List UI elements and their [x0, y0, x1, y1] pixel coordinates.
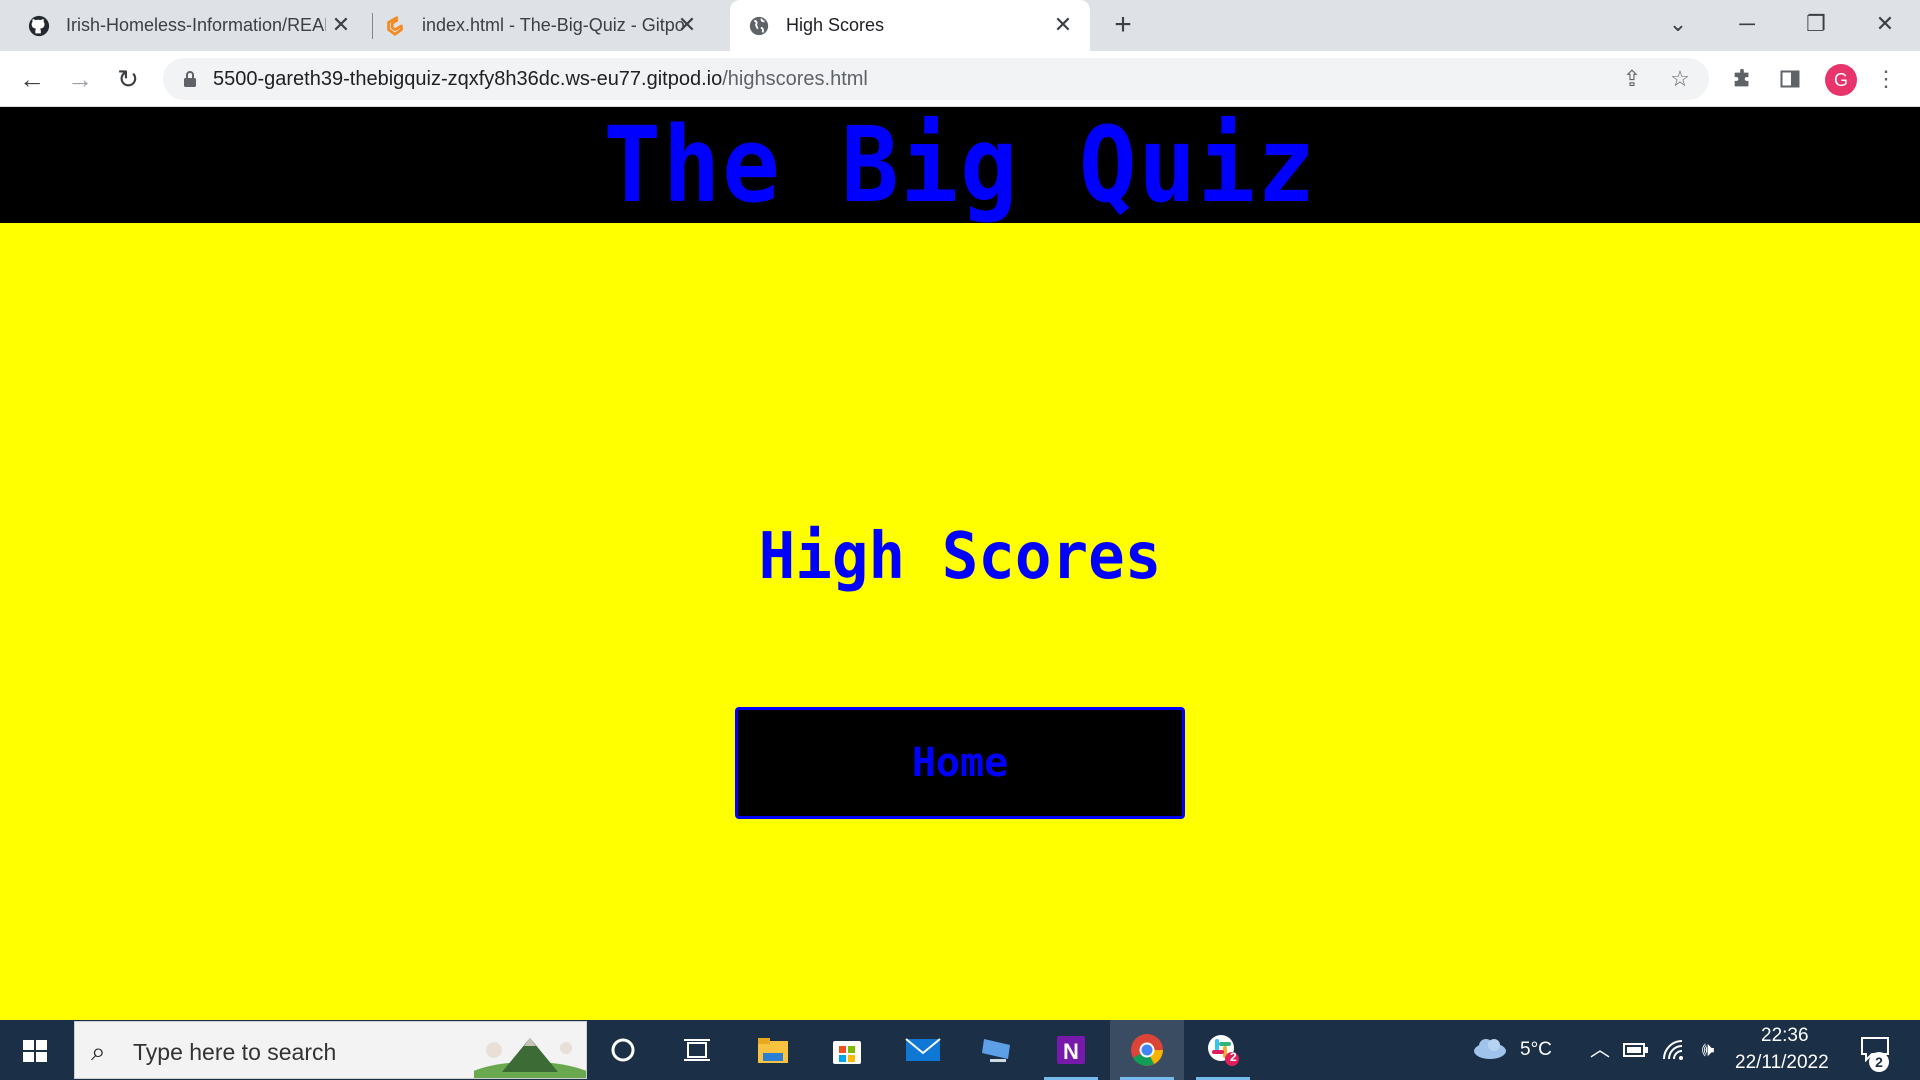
url-text: 5500-gareth39-thebigquiz-zqxfy8h36dc.ws-… [213, 68, 868, 91]
tab-gitpod-editor[interactable]: index.html - The-Big-Quiz - Gitpod ✕ [384, 0, 714, 51]
taskbar: ⌕ Type here to search N 2 5°C ︿ 🕪︎ 22:36… [0, 1020, 1920, 1080]
clock-time[interactable]: 22:36 [1761, 1025, 1809, 1047]
chrome-icon[interactable] [1110, 1020, 1184, 1080]
github-icon [28, 15, 50, 37]
tab-title: index.html - The-Big-Quiz - Gitpod [422, 15, 684, 35]
remote-desktop-icon[interactable] [960, 1020, 1034, 1080]
share-icon[interactable]: ⇪ [1617, 64, 1647, 94]
mail-icon[interactable] [886, 1020, 960, 1080]
tab-search-icon[interactable]: ⌄ [1658, 6, 1698, 42]
menu-kebab-icon[interactable]: ⋮ [1870, 63, 1902, 95]
tab-strip: Irish-Homeless-Information/README ✕ inde… [0, 0, 1920, 51]
profile-avatar[interactable]: G [1825, 64, 1857, 96]
url-host: 5500-gareth39-thebigquiz-zqxfy8h36dc.ws-… [213, 68, 723, 90]
tab-github-readme[interactable]: Irish-Homeless-Information/README ✕ [28, 0, 368, 51]
side-panel-icon[interactable] [1774, 63, 1806, 95]
tab-title: Irish-Homeless-Information/README [66, 15, 326, 35]
restore-button[interactable]: ❐ [1796, 6, 1836, 42]
minimize-button[interactable]: ─ [1727, 6, 1767, 42]
show-hidden-icons-chevron-icon[interactable]: ︿ [1586, 1036, 1614, 1064]
close-icon[interactable]: ✕ [676, 14, 698, 36]
gitpod-icon [384, 15, 406, 37]
volume-icon[interactable]: 🕪︎ [1694, 1036, 1722, 1064]
weather-temperature[interactable]: 5°C [1520, 1039, 1552, 1061]
onenote-icon[interactable]: N [1034, 1020, 1108, 1080]
close-window-button[interactable]: ✕ [1865, 6, 1905, 42]
slack-badge: 2 [1230, 1050, 1237, 1064]
clock-date[interactable]: 22/11/2022 [1735, 1052, 1829, 1074]
taskbar-search[interactable]: ⌕ Type here to search [74, 1021, 587, 1079]
start-button[interactable] [0, 1020, 70, 1080]
search-placeholder: Type here to search [133, 1039, 337, 1065]
wifi-icon[interactable] [1660, 1036, 1688, 1064]
page-title: High Scores [758, 520, 1162, 594]
close-icon[interactable]: ✕ [1052, 14, 1074, 36]
globe-icon [748, 15, 770, 37]
back-icon[interactable]: ← [14, 61, 50, 97]
microsoft-store-icon[interactable] [810, 1020, 884, 1080]
file-explorer-icon[interactable] [736, 1020, 810, 1080]
close-icon[interactable]: ✕ [330, 14, 352, 36]
search-highlight-image [474, 1022, 586, 1078]
site-header: The Big Quiz [0, 107, 1920, 223]
svg-text:N: N [1063, 1039, 1079, 1064]
search-icon: ⌕ [91, 1036, 106, 1066]
tab-title: High Scores [786, 15, 885, 35]
tab-divider [372, 13, 373, 39]
lock-icon[interactable] [183, 70, 197, 88]
windows-logo-icon [23, 1040, 47, 1062]
tab-high-scores[interactable]: High Scores ✕ [730, 0, 1090, 51]
site-title: The Big Quiz [603, 104, 1317, 226]
browser-toolbar: ← → ↻ 5500-gareth39-thebigquiz-zqxfy8h36… [0, 51, 1920, 107]
task-view-icon[interactable] [660, 1020, 734, 1080]
address-bar[interactable]: 5500-gareth39-thebigquiz-zqxfy8h36dc.ws-… [163, 58, 1709, 100]
extensions-icon[interactable] [1726, 63, 1758, 95]
cortana-icon[interactable] [586, 1020, 660, 1080]
forward-icon[interactable]: → [62, 61, 98, 97]
url-path: /highscores.html [722, 68, 868, 90]
weather-cloud-icon[interactable] [1472, 1036, 1508, 1064]
reload-icon[interactable]: ↻ [110, 61, 146, 97]
new-tab-button[interactable]: + [1108, 10, 1138, 40]
bookmark-star-icon[interactable]: ☆ [1665, 64, 1695, 94]
battery-icon[interactable] [1622, 1036, 1650, 1064]
notification-count: 2 [1869, 1052, 1889, 1072]
slack-icon[interactable]: 2 [1186, 1020, 1260, 1080]
home-button[interactable]: Home [735, 707, 1185, 819]
